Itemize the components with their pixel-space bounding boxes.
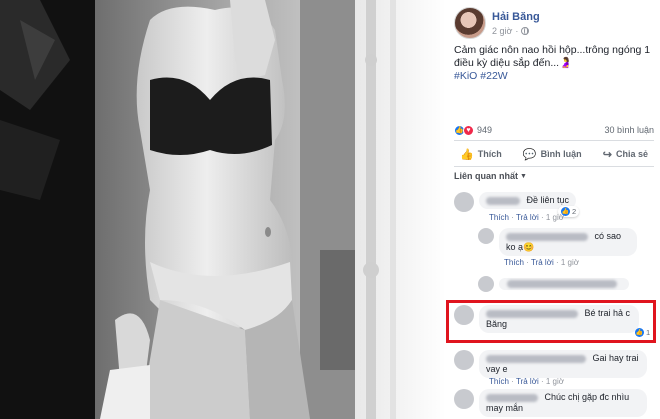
post-caption: Cảm giác nôn nao hồi hộp...trông ngóng 1… [454, 44, 651, 69]
comment-time[interactable]: 1 giờ [561, 258, 579, 267]
post-side-panel: Hải Băng 2 giờ · Cảm giác nôn nao hồi hộ… [446, 0, 660, 419]
comment-reply-item [478, 276, 654, 292]
heart-icon: ♥ [463, 124, 474, 136]
comment-reaction-count: 2 [572, 207, 577, 216]
comment-reply-link[interactable]: Trả lời [516, 377, 539, 386]
like-label: Thích [477, 149, 502, 159]
commenter-avatar[interactable] [454, 350, 474, 370]
hashtag-link[interactable]: #22W [480, 70, 507, 82]
meta-dot: · [515, 26, 519, 36]
comment-item: Chúc chị gặp đc nhìu may mắn [454, 389, 654, 419]
divider [454, 166, 654, 167]
comment-like-link[interactable]: Thích [489, 213, 509, 222]
reactions-summary: 👍 ♥ 949 30 bình luận [454, 123, 654, 137]
post-hashtags: #KiO #22W [454, 70, 654, 83]
commenter-avatar[interactable] [454, 192, 474, 212]
post-time[interactable]: 2 giờ [492, 26, 512, 36]
post-actions: 👍 Thích 💬 Bình luận ↪ Chia sẻ [454, 143, 654, 165]
commenter-avatar[interactable] [454, 389, 474, 409]
thumbs-up-icon: 👍 [460, 148, 474, 161]
comment-icon: 💬 [522, 148, 537, 161]
comment-text: Đề liên tục [526, 195, 570, 205]
comment-time[interactable]: 1 giờ [546, 213, 564, 222]
commenter-avatar[interactable] [454, 305, 474, 325]
reaction-count: 949 [477, 125, 493, 135]
post-photo[interactable] [0, 0, 446, 419]
sort-label: Liên quan nhất [454, 171, 518, 181]
comment-like-link[interactable]: Thích [504, 258, 524, 267]
commenter-name[interactable] [486, 354, 586, 363]
mirror-selfie-image [0, 0, 446, 419]
share-icon: ↪ [602, 148, 612, 161]
commenter-name[interactable] [507, 280, 617, 288]
comment-actions: Thích · Trả lời · 1 giờ [504, 258, 580, 267]
commenter-name[interactable] [486, 196, 520, 205]
post-header: Hải Băng 2 giờ · [454, 7, 654, 41]
commenter-avatar[interactable] [478, 276, 494, 292]
chevron-down-icon: ▼ [520, 172, 527, 180]
comment-reply-item: có sao ko ạ😊 Thích · Trả lời · 1 giờ [478, 228, 654, 268]
reaction-count-group[interactable]: 👍 ♥ 949 [454, 124, 493, 136]
comment-bubble [499, 278, 629, 290]
author-name[interactable]: Hải Băng [492, 11, 540, 23]
globe-icon[interactable] [521, 27, 530, 35]
like-button[interactable]: 👍 Thích [454, 146, 508, 163]
comment-reply-link[interactable]: Trả lời [531, 258, 554, 267]
commenter-name[interactable] [486, 309, 578, 318]
comment-reaction-count: 1 [646, 328, 651, 337]
commenter-name[interactable] [486, 393, 538, 402]
comment-like-link[interactable]: Thích [489, 377, 509, 386]
comment-time[interactable]: 1 giờ [546, 377, 564, 386]
comment-reactions[interactable]: 👍 1 [632, 327, 653, 338]
thumbs-up-icon: 👍 [635, 328, 644, 337]
comment-bubble: Bé trai hả c Băng [479, 305, 639, 333]
comment-item: Đề liên tục 👍 2 Thích · Trả lời · 1 giờ [454, 192, 654, 224]
comment-button[interactable]: 💬 Bình luận [517, 146, 588, 163]
comment-item: Gai hay trai vay e Thích · Trả lời · 1 g… [454, 350, 654, 386]
comment-actions: Thích · Trả lời · 1 giờ [489, 213, 565, 222]
comment-reply-link[interactable]: Trả lời [516, 213, 539, 222]
comment-count[interactable]: 30 bình luận [604, 125, 654, 135]
post-text: Cảm giác nôn nao hồi hộp...trông ngóng 1… [454, 44, 654, 83]
comment-sort-dropdown[interactable]: Liên quan nhất ▼ [454, 171, 527, 181]
post-meta: 2 giờ · [492, 26, 530, 36]
share-button[interactable]: ↪ Chia sẻ [597, 146, 654, 163]
commenter-name[interactable] [506, 232, 588, 241]
author-avatar[interactable] [454, 7, 486, 39]
comment-bubble: Gai hay trai vay e [479, 350, 647, 378]
comment-item-highlighted: Bé trai hả c Băng 👍 1 [454, 305, 654, 339]
comment-label: Bình luận [540, 149, 582, 159]
comment-bubble: Chúc chị gặp đc nhìu may mắn [479, 389, 647, 417]
commenter-avatar[interactable] [478, 228, 494, 244]
divider [454, 140, 654, 141]
comment-actions: Thích · Trả lời · 1 giờ [489, 377, 565, 386]
comment-bubble: có sao ko ạ😊 [499, 228, 637, 256]
share-label: Chia sẻ [615, 149, 648, 159]
hashtag-link[interactable]: #KiO [454, 70, 477, 82]
